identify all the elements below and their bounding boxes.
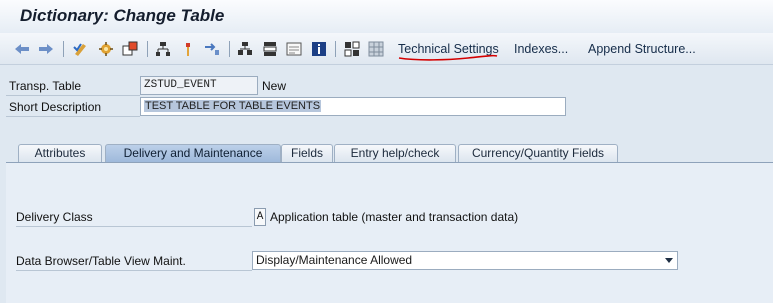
tab-attributes[interactable]: Attributes: [18, 144, 102, 163]
tab-currency-quantity-fields[interactable]: Currency/Quantity Fields: [458, 144, 618, 163]
indexes-button[interactable]: Indexes...: [514, 42, 568, 56]
activate-icon[interactable]: [98, 41, 114, 57]
other-object-icon[interactable]: [344, 41, 360, 57]
short-description-field[interactable]: TEST TABLE FOR TABLE EVENTS: [140, 97, 566, 116]
navigate-icon[interactable]: [180, 41, 196, 57]
transp-table-label: Transp. Table: [6, 76, 140, 96]
layout-icon[interactable]: [262, 41, 278, 57]
data-browser-dropdown[interactable]: Display/Maintenance Allowed: [252, 251, 678, 270]
display-object-list-icon[interactable]: [237, 41, 253, 57]
append-structure-button[interactable]: Append Structure...: [588, 42, 696, 56]
display-change-icon[interactable]: [73, 41, 89, 57]
forward-arrow-icon[interactable]: [38, 41, 54, 57]
back-arrow-icon[interactable]: [14, 41, 30, 57]
short-description-text: TEST TABLE FOR TABLE EVENTS: [144, 100, 322, 112]
transp-table-field[interactable]: ZSTUD_EVENT: [140, 76, 258, 95]
application-toolbar: Technical Settings Indexes... Append Str…: [0, 33, 773, 65]
data-browser-value: Display/Maintenance Allowed: [256, 253, 413, 267]
table-status-text: New: [262, 79, 287, 93]
tab-fields[interactable]: Fields: [281, 144, 333, 163]
hierarchy-icon[interactable]: [155, 41, 171, 57]
chevron-down-icon[interactable]: [665, 258, 673, 263]
grid-icon[interactable]: [368, 41, 384, 57]
where-used-icon[interactable]: [122, 41, 138, 57]
title-bar: Dictionary: Change Table: [0, 0, 773, 33]
delivery-class-field[interactable]: A: [254, 208, 266, 226]
data-browser-label: Data Browser/Table View Maint.: [16, 251, 252, 271]
short-description-label: Short Description: [6, 97, 140, 117]
tab-entry-help-check[interactable]: Entry help/check: [334, 144, 456, 163]
window-title: Dictionary: Change Table: [20, 6, 225, 25]
delivery-maintenance-panel: [6, 163, 773, 303]
delivery-class-label: Delivery Class: [16, 207, 252, 227]
delivery-class-description: Application table (master and transactio…: [270, 210, 519, 224]
info-icon[interactable]: [311, 41, 327, 57]
contents-icon[interactable]: [286, 41, 302, 57]
tab-delivery-and-maintenance[interactable]: Delivery and Maintenance: [105, 144, 281, 163]
object-list-icon[interactable]: [204, 41, 220, 57]
red-annotation-underline: [398, 54, 498, 61]
